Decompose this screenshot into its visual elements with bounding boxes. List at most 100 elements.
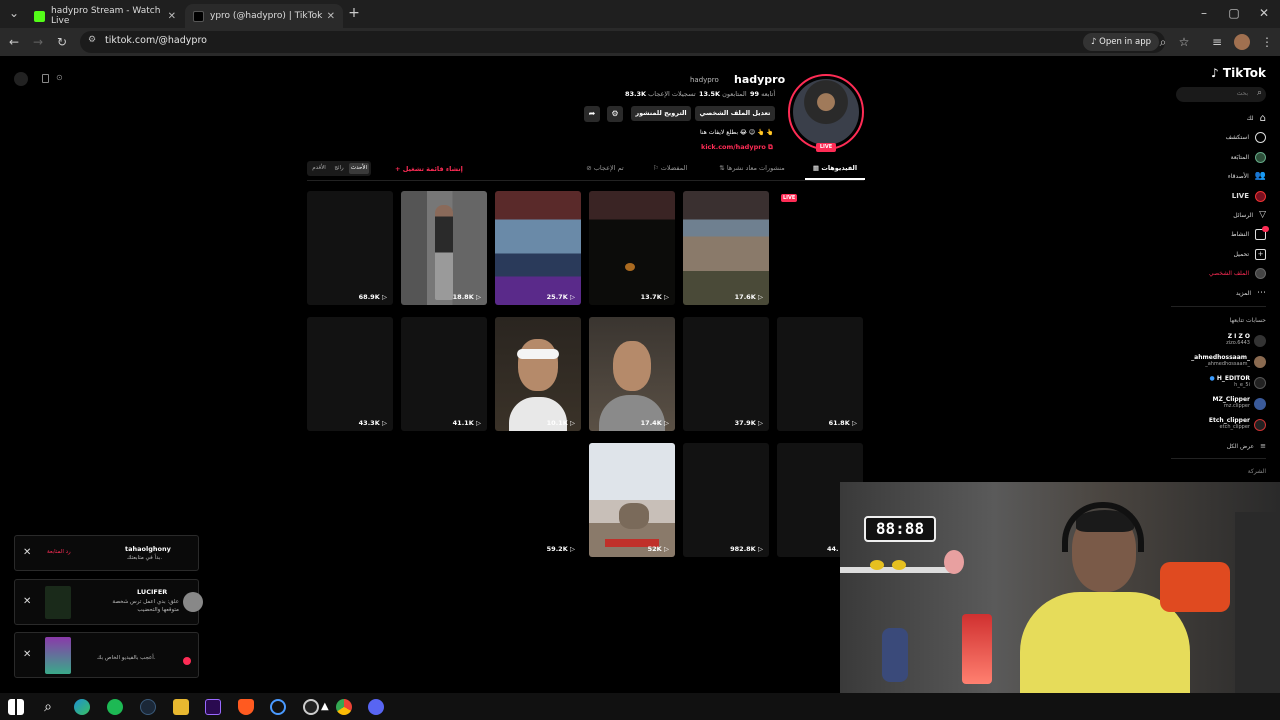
- chrome-icon[interactable]: [336, 699, 352, 715]
- video-tile[interactable]: 61.8K ▷: [777, 317, 863, 431]
- video-tile[interactable]: 25.7K ▷: [495, 191, 581, 305]
- video-tile[interactable]: 17.6K ▷: [683, 191, 769, 305]
- brave-icon[interactable]: [238, 699, 254, 715]
- video-tile[interactable]: 52K ▷: [589, 443, 675, 557]
- stat-likes[interactable]: 83.3K تسجيلات الإعجاب: [625, 90, 696, 98]
- avatar[interactable]: [1234, 34, 1250, 50]
- sidebar-item-profile[interactable]: الملف الشخصي: [1209, 265, 1266, 281]
- video-tile[interactable]: 41.1K ▷: [401, 317, 487, 431]
- tab-reposts[interactable]: ⇅ منشورات معاد نشرها: [712, 164, 792, 172]
- close-window-icon[interactable]: ✕: [1256, 5, 1272, 21]
- sidebar-item-explore[interactable]: استكشف: [1226, 129, 1266, 145]
- sidebar-item-friends[interactable]: الأصدقاء 👥: [1228, 168, 1266, 184]
- reload-icon[interactable]: ↻: [54, 34, 70, 50]
- share-button[interactable]: ➦: [584, 106, 600, 122]
- view-count-text: 25.7K: [546, 293, 568, 301]
- tab-tiktok[interactable]: ypro (@hadypro) | TikTok ✕: [185, 4, 343, 28]
- video-tile[interactable]: 18.8K ▷: [401, 191, 487, 305]
- sidebar-item-upload[interactable]: تحميل +: [1234, 246, 1266, 262]
- promote-post-button[interactable]: الترويج للمنشور: [631, 106, 691, 121]
- following-account[interactable]: Z I Z O zizo.6443: [1171, 333, 1266, 349]
- tab-liked[interactable]: ⊘ تم الإعجاب: [580, 164, 630, 172]
- following-account[interactable]: MZ_Clipper mz.clipper: [1171, 396, 1266, 412]
- restore-icon[interactable]: ▢: [1226, 5, 1242, 21]
- profile-link[interactable]: kick.com/hadypro ⧉: [701, 143, 773, 152]
- video-tile[interactable]: 43.3K ▷: [307, 317, 393, 431]
- create-playlist-button[interactable]: + إنشاء قائمة تشغيل: [395, 165, 463, 173]
- tab-list-chevron-icon[interactable]: ⌄: [6, 5, 22, 21]
- search-icon[interactable]: ⌕: [1257, 88, 1262, 98]
- stat-value: 99: [750, 90, 760, 98]
- back-icon[interactable]: ←: [6, 34, 22, 50]
- video-tile[interactable]: 17.4K ▷: [589, 317, 675, 431]
- address-bar[interactable]: ⚙ tiktok.com/@hadypro ♪ Open in app: [80, 31, 1165, 53]
- following-account[interactable]: ● H_EDITOR h_e_5i: [1171, 375, 1266, 391]
- search-input[interactable]: بحث ⌕: [1176, 87, 1266, 102]
- tab-favorites[interactable]: ⚐ المفضلات: [645, 164, 695, 172]
- close-icon[interactable]: ✕: [23, 649, 31, 660]
- see-all-link[interactable]: عرض الكل ≡: [1227, 438, 1266, 454]
- zoom-icon[interactable]: ⌕: [1155, 34, 1171, 50]
- logo-text: TikTok: [1222, 66, 1266, 80]
- open-in-app-button[interactable]: ♪ Open in app: [1083, 33, 1159, 51]
- video-tile[interactable]: 68.9K ▷: [307, 191, 393, 305]
- video-tile[interactable]: 10.1K ▷: [495, 317, 581, 431]
- profile-avatar[interactable]: [788, 74, 864, 150]
- stat-followers[interactable]: 13.5K المتابعون: [699, 90, 747, 98]
- sort-popular[interactable]: رائج: [329, 163, 349, 174]
- tab-videos[interactable]: ▦ الفيديوهات: [805, 164, 865, 180]
- settings-icon[interactable]: ⊙: [56, 73, 63, 82]
- video-tile[interactable]: 13.7K ▷: [589, 191, 675, 305]
- close-icon[interactable]: ✕: [23, 547, 31, 558]
- tab-kick[interactable]: hadypro Stream - Watch Live ✕: [26, 4, 184, 28]
- app-icon[interactable]: [270, 699, 286, 715]
- settings-button[interactable]: ⚙: [607, 106, 623, 122]
- sort-latest[interactable]: الأحدث: [349, 163, 369, 174]
- search-icon[interactable]: ⌕: [40, 699, 56, 715]
- obs-icon[interactable]: [303, 699, 319, 715]
- close-tab-icon[interactable]: ✕: [327, 11, 335, 22]
- following-account[interactable]: _ahmedhossaam_ _ahmedhossaam_: [1171, 354, 1266, 370]
- stat-following[interactable]: 99 أتابعه: [750, 90, 775, 98]
- explorer-icon[interactable]: [173, 699, 189, 715]
- sidebar-item-following[interactable]: المتابَعة: [1231, 149, 1266, 165]
- sidebar-item-for-you[interactable]: لك ⌂: [1247, 110, 1266, 126]
- edge-icon[interactable]: [74, 699, 90, 715]
- minimize-icon[interactable]: –: [1196, 5, 1212, 21]
- notification-card[interactable]: ✕ أعجب بالفيديو الخاص بك.: [14, 632, 199, 678]
- premiere-icon[interactable]: [205, 699, 221, 715]
- notification-card[interactable]: ✕ LUCIFER علق: بدي اعمل ترس شخصة متوقعها…: [14, 579, 203, 625]
- device-icon[interactable]: [42, 74, 49, 83]
- forward-icon[interactable]: →: [30, 34, 46, 50]
- notification-card[interactable]: ✕ رد المتابعة tahaolghony بدأ في متابعتك…: [14, 535, 199, 571]
- new-tab-button[interactable]: +: [346, 5, 362, 21]
- discord-icon[interactable]: [368, 699, 384, 715]
- bookmark-star-icon[interactable]: ☆: [1176, 34, 1192, 50]
- sort-oldest[interactable]: الأقدم: [309, 163, 329, 174]
- keyboard-icon[interactable]: [14, 72, 28, 86]
- account-name: MZ_Clipper: [1212, 396, 1250, 403]
- edit-profile-button[interactable]: تعديل الملف الشخصي: [695, 106, 775, 121]
- sidebar-item-live[interactable]: LIVE: [1232, 188, 1266, 204]
- menu-kebab-icon[interactable]: ⋮: [1259, 34, 1275, 50]
- following-account[interactable]: Etch_clipper etch_clipper: [1171, 417, 1266, 433]
- video-tile[interactable]: LIVE: [777, 191, 863, 305]
- live-badge[interactable]: LIVE: [816, 143, 836, 152]
- video-tile[interactable]: 37.9K ▷: [683, 317, 769, 431]
- sidebar-item-activity[interactable]: النشاط: [1231, 225, 1269, 242]
- media-controls-icon[interactable]: ≡: [1209, 34, 1225, 50]
- follow-back-button[interactable]: رد المتابعة: [47, 549, 71, 555]
- steam-icon[interactable]: [140, 699, 156, 715]
- company-link[interactable]: الشركة: [1248, 468, 1266, 475]
- video-thumbnail: [45, 586, 71, 619]
- video-tile[interactable]: 982.8K ▷: [683, 443, 769, 557]
- tiktok-logo[interactable]: ♪ TikTok: [1211, 66, 1266, 80]
- sidebar-item-messages[interactable]: الرسائل ▽: [1233, 207, 1266, 223]
- site-info-icon[interactable]: ⚙: [88, 35, 96, 45]
- spotify-icon[interactable]: [107, 699, 123, 715]
- windows-icon[interactable]: [8, 699, 24, 715]
- video-tile[interactable]: 59.2K ▷: [495, 443, 581, 557]
- close-tab-icon[interactable]: ✕: [168, 11, 176, 22]
- close-icon[interactable]: ✕: [23, 596, 31, 607]
- sidebar-item-more[interactable]: المزيد ⋯: [1236, 285, 1266, 301]
